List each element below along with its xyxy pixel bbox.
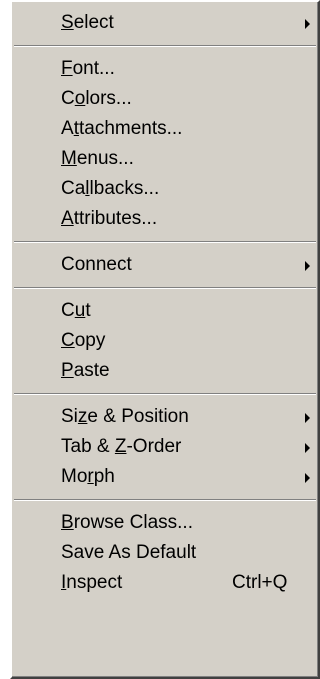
menu-item-label: Callbacks... xyxy=(61,178,160,199)
menu-item-label: Inspect xyxy=(61,572,123,593)
menu-item-label: Browse Class... xyxy=(61,512,193,533)
menu-item-attributes[interactable]: Attributes... xyxy=(12,204,318,234)
menu-item-label: Font... xyxy=(61,58,115,79)
menu-item-label: Select xyxy=(61,12,114,33)
menu-item-label: Menus... xyxy=(61,148,134,169)
menu-item-inspect[interactable]: Inspect Ctrl+Q xyxy=(12,568,318,598)
menu-item-label: Attachments... xyxy=(61,118,183,139)
menu-item-label: Paste xyxy=(61,360,110,381)
submenu-arrow-icon xyxy=(305,19,310,29)
menu-item-select[interactable]: Select xyxy=(12,8,318,38)
context-menu: Select Font... Colors... Attachments... … xyxy=(10,0,320,679)
submenu-arrow-icon xyxy=(305,473,310,483)
menu-item-shortcut: Ctrl+Q xyxy=(232,572,288,593)
menu-item-save-as-default[interactable]: Save As Default xyxy=(12,538,318,568)
menu-item-callbacks[interactable]: Callbacks... xyxy=(12,174,318,204)
menu-item-label: Copy xyxy=(61,330,106,351)
submenu-arrow-icon xyxy=(305,413,310,423)
menu-separator xyxy=(12,234,318,250)
menu-item-cut[interactable]: Cut xyxy=(12,296,318,326)
submenu-arrow-icon xyxy=(305,443,310,453)
menu-item-browse-class[interactable]: Browse Class... xyxy=(12,508,318,538)
menu-item-label: Tab & Z-Order xyxy=(61,436,182,457)
menu-item-font[interactable]: Font... xyxy=(12,54,318,84)
menu-item-morph[interactable]: Morph xyxy=(12,462,318,492)
menu-item-connect[interactable]: Connect xyxy=(12,250,318,280)
menu-item-label: Attributes... xyxy=(61,208,158,229)
menu-item-colors[interactable]: Colors... xyxy=(12,84,318,114)
menu-item-paste[interactable]: Paste xyxy=(12,356,318,386)
menu-item-label: Cut xyxy=(61,300,91,321)
menu-item-label: Save As Default xyxy=(61,542,197,563)
menu-item-attachments[interactable]: Attachments... xyxy=(12,114,318,144)
menu-item-label: Size & Position xyxy=(61,406,189,427)
menu-item-label: Colors... xyxy=(61,88,132,109)
menu-item-copy[interactable]: Copy xyxy=(12,326,318,356)
menu-separator xyxy=(12,38,318,54)
submenu-arrow-icon xyxy=(305,261,310,271)
menu-item-menus[interactable]: Menus... xyxy=(12,144,318,174)
menu-item-size-position[interactable]: Size & Position xyxy=(12,402,318,432)
menu-separator xyxy=(12,386,318,402)
menu-separator xyxy=(12,492,318,508)
menu-item-tab-z-order[interactable]: Tab & Z-Order xyxy=(12,432,318,462)
menu-item-label: Morph xyxy=(61,466,115,487)
menu-separator xyxy=(12,280,318,296)
menu-item-label: Connect xyxy=(61,254,132,275)
